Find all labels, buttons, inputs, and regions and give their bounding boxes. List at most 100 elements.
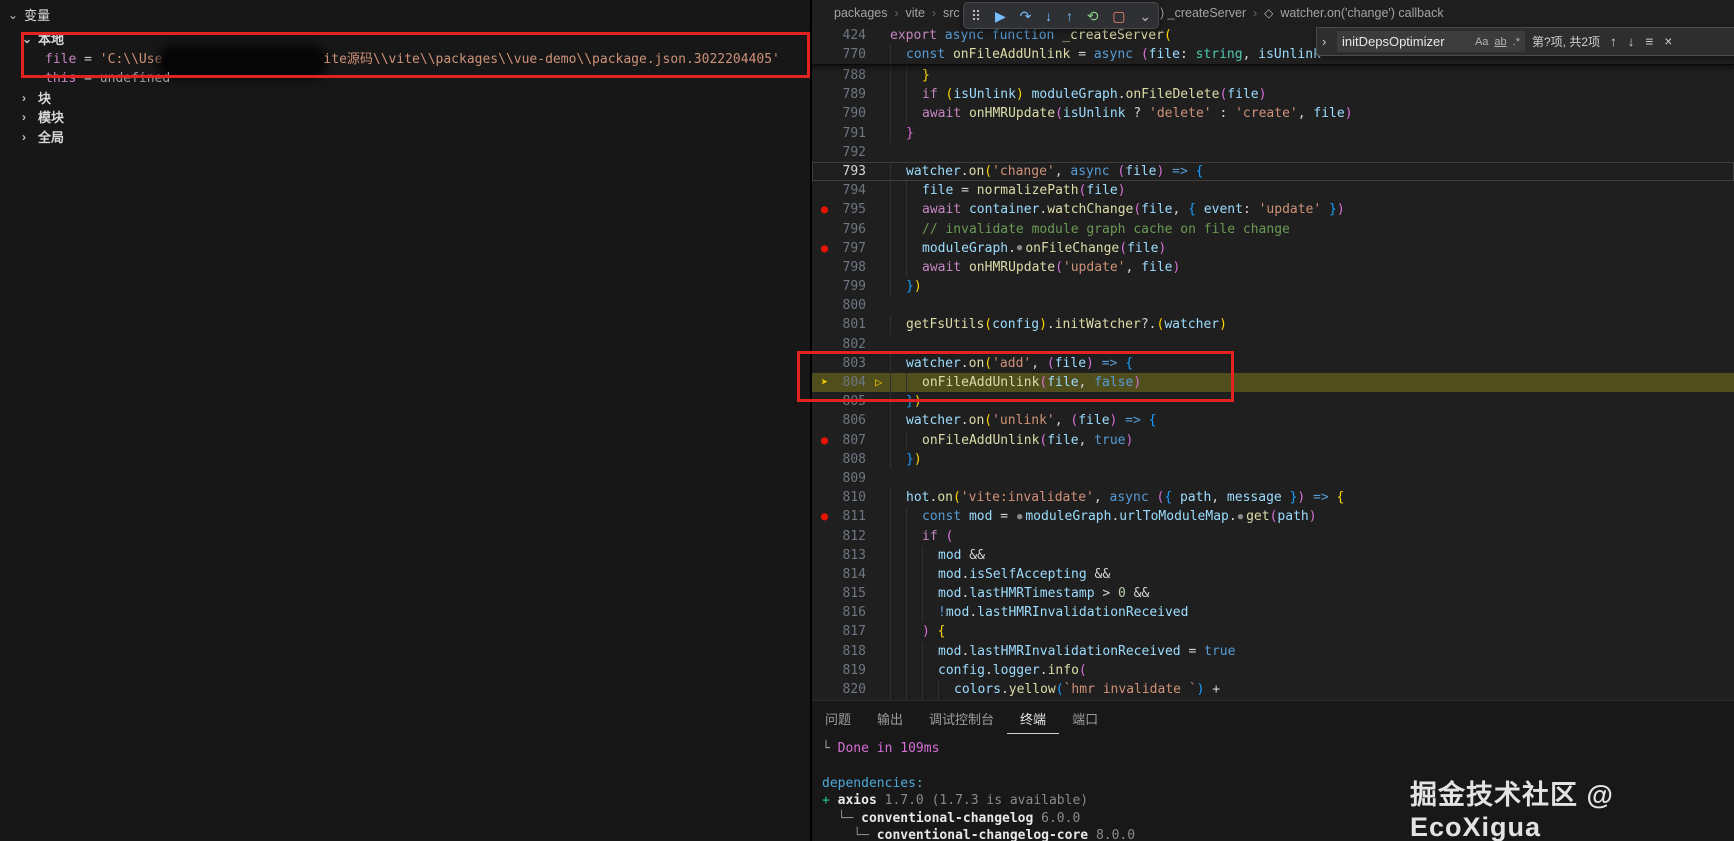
step-out-button[interactable]: ↑ <box>1066 9 1073 23</box>
code-line[interactable]: 812 if ( <box>812 526 1734 546</box>
code-line[interactable]: ● 795 await container.watchChange(file, { … <box>812 200 1734 220</box>
more-actions-chevron[interactable]: ⌄ <box>1139 9 1151 23</box>
code-line[interactable]: 805}) <box>812 392 1734 412</box>
breadcrumb-item[interactable]: packages <box>834 6 888 20</box>
scope-label: 本地 <box>38 32 65 47</box>
find-in-selection-icon[interactable]: ≡ <box>1643 34 1657 49</box>
code-token: watcher <box>906 413 961 429</box>
code-token: => <box>1305 490 1337 506</box>
variables-scope-模块[interactable]: › 模块 <box>0 108 810 128</box>
code-line[interactable]: 798 await onHMRUpdate('update', file) <box>812 257 1734 278</box>
code-line[interactable]: 808}) <box>812 449 1734 469</box>
code-line[interactable]: ● 797 moduleGraph.● onFileChange(file) <box>812 238 1734 258</box>
previous-match-icon[interactable]: ↑ <box>1607 34 1620 49</box>
code-line[interactable]: 820 colors.yellow(`hmr invalidate `) + <box>812 680 1734 700</box>
code-token: moduleGraph <box>1023 87 1118 103</box>
code-line[interactable]: 819 config.logger.info( <box>812 660 1734 680</box>
code-token: file <box>1141 259 1173 275</box>
code-token: ( <box>984 413 993 429</box>
code-line[interactable]: 800 <box>812 296 1734 315</box>
variables-scope-全局[interactable]: › 全局 <box>0 128 810 148</box>
panel-tab-输出[interactable]: 输出 <box>864 704 916 734</box>
panel-tab-终端[interactable]: 终端 <box>1007 704 1060 734</box>
find-input[interactable]: initDepsOptimizer Aa ab .* <box>1337 31 1525 52</box>
indent-guides <box>890 104 922 124</box>
code-token: file <box>1148 47 1180 63</box>
code-line[interactable]: 794 file = normalizePath(file) <box>812 181 1734 201</box>
code-line[interactable]: 803 watcher.on('add', (file) => { <box>812 353 1734 373</box>
code-line[interactable]: 799}) <box>812 277 1734 297</box>
breadcrumb-item[interactable]: src <box>943 6 960 20</box>
line-number: 805 <box>842 394 866 410</box>
breadcrumb: packages › vite › src › ) _createServer › ◇ w… <box>812 0 1734 26</box>
code-token: ) <box>913 394 922 410</box>
breadcrumb-item[interactable]: vite <box>906 6 925 20</box>
code-line[interactable]: ➤ 804 ▷ onFileAddUnlink(file, false) <box>812 373 1734 393</box>
variables-scope-块[interactable]: › 块 <box>0 89 810 109</box>
panel-tab-调试控制台[interactable]: 调试控制台 <box>916 704 1007 734</box>
code-token: 'update' <box>1258 202 1322 218</box>
restart-button[interactable]: ⟲ <box>1087 9 1099 23</box>
close-icon[interactable]: × <box>1661 34 1675 49</box>
code-line[interactable]: 806 watcher.on('unlink', (file) => { <box>812 411 1734 431</box>
terminal-line: └ Done in 109ms <box>822 740 1734 757</box>
stop-button[interactable]: ▢ <box>1112 9 1125 23</box>
code-line[interactable]: 788} <box>812 66 1734 86</box>
code-token: } <box>906 394 914 410</box>
code-line[interactable]: 810 hot.on('vite:invalidate', async ({ pa… <box>812 488 1734 508</box>
code-token: ) <box>1172 259 1181 275</box>
chevron-right-icon: › <box>22 129 26 144</box>
code-line[interactable]: 793 watcher.on('change', async (file) => … <box>812 161 1734 182</box>
code-line[interactable]: 816 !mod.lastHMRInvalidationReceived <box>812 603 1734 623</box>
variable-row[interactable]: this = undefined <box>0 69 810 89</box>
whole-word-icon[interactable]: ab <box>1494 36 1506 48</box>
code-line[interactable]: 796 // invalidate module graph cache on f… <box>812 219 1734 239</box>
code-token: { <box>1125 355 1134 371</box>
step-over-button[interactable]: ↷ <box>1020 9 1032 23</box>
panel-tab-问题[interactable]: 问题 <box>812 704 864 734</box>
code-line[interactable]: ● 807 onFileAddUnlink(file, true) <box>812 430 1734 450</box>
indent-guides <box>890 181 922 201</box>
code-token: onFileAddUnlink <box>922 432 1040 448</box>
continue-button[interactable]: ▶ <box>995 9 1006 23</box>
match-case-icon[interactable]: Aa <box>1475 36 1488 48</box>
chevron-right-icon: › <box>22 110 26 124</box>
code-token: colors <box>954 682 1001 697</box>
code-token: await <box>922 106 969 122</box>
variables-scope-local[interactable]: ⌄ 本地 <box>0 30 810 50</box>
code-line[interactable]: 790 await onHMRUpdate(isUnlink ? 'delete'… <box>812 104 1734 124</box>
code-line[interactable]: 814 mod.isSelfAccepting && <box>812 564 1734 585</box>
variable-value-suffix: ite源码\\vite\\packages\\vue-demo\\package… <box>323 51 780 67</box>
panel-tab-端口[interactable]: 端口 <box>1059 704 1111 734</box>
code-line[interactable]: 817) { <box>812 622 1734 642</box>
code-token: , <box>1211 490 1220 506</box>
code-line[interactable]: 791} <box>812 123 1734 143</box>
code-line[interactable]: 792 <box>812 143 1734 162</box>
code-line[interactable]: 789 if (isUnlink) moduleGraph.onFileDelet… <box>812 85 1734 105</box>
code-token: = <box>1180 643 1205 659</box>
drag-toolbar-handle[interactable]: ⠿ <box>971 9 981 23</box>
variable-value-prefix: 'C:\\Use <box>99 51 163 67</box>
code-token: . <box>960 355 969 371</box>
code-token: lastHMRInvalidationReceived <box>969 643 1181 659</box>
breadcrumb-parent-symbol[interactable]: ) _createServer <box>1160 6 1246 20</box>
indent-guides <box>890 45 906 65</box>
symbol-method-icon: ◇ <box>1264 6 1274 20</box>
code-line[interactable]: 801 getFsUtils(config).initWatcher?.(watc… <box>812 315 1734 335</box>
code-line[interactable]: 813 mod && <box>812 545 1734 565</box>
code-token: initWatcher <box>1054 317 1141 333</box>
next-match-icon[interactable]: ↓ <box>1625 34 1638 49</box>
code-line[interactable]: 815 mod.lastHMRTimestamp > 0 && <box>812 584 1734 604</box>
code-line[interactable]: 818 mod.lastHMRInvalidationReceived = tru… <box>812 641 1734 661</box>
code-token: => <box>1093 355 1126 371</box>
regex-icon[interactable]: .* <box>1513 36 1520 48</box>
variables-section-header[interactable]: ⌄ 变量 <box>8 5 50 24</box>
code-line[interactable]: 809 <box>812 469 1734 488</box>
code-token: container <box>968 202 1040 218</box>
variable-row[interactable]: file = 'C:\\Use ite源码\\vite\\packages\\vu… <box>0 50 810 72</box>
step-into-button[interactable]: ↓ <box>1045 9 1052 23</box>
toggle-replace-chevron-icon[interactable]: › <box>1322 34 1332 49</box>
breadcrumb-callback-symbol[interactable]: watcher.on('change') callback <box>1280 6 1443 20</box>
code-line[interactable]: 802 <box>812 335 1734 354</box>
code-line[interactable]: ● 811 const mod = ● moduleGraph.urlToModule… <box>812 507 1734 527</box>
